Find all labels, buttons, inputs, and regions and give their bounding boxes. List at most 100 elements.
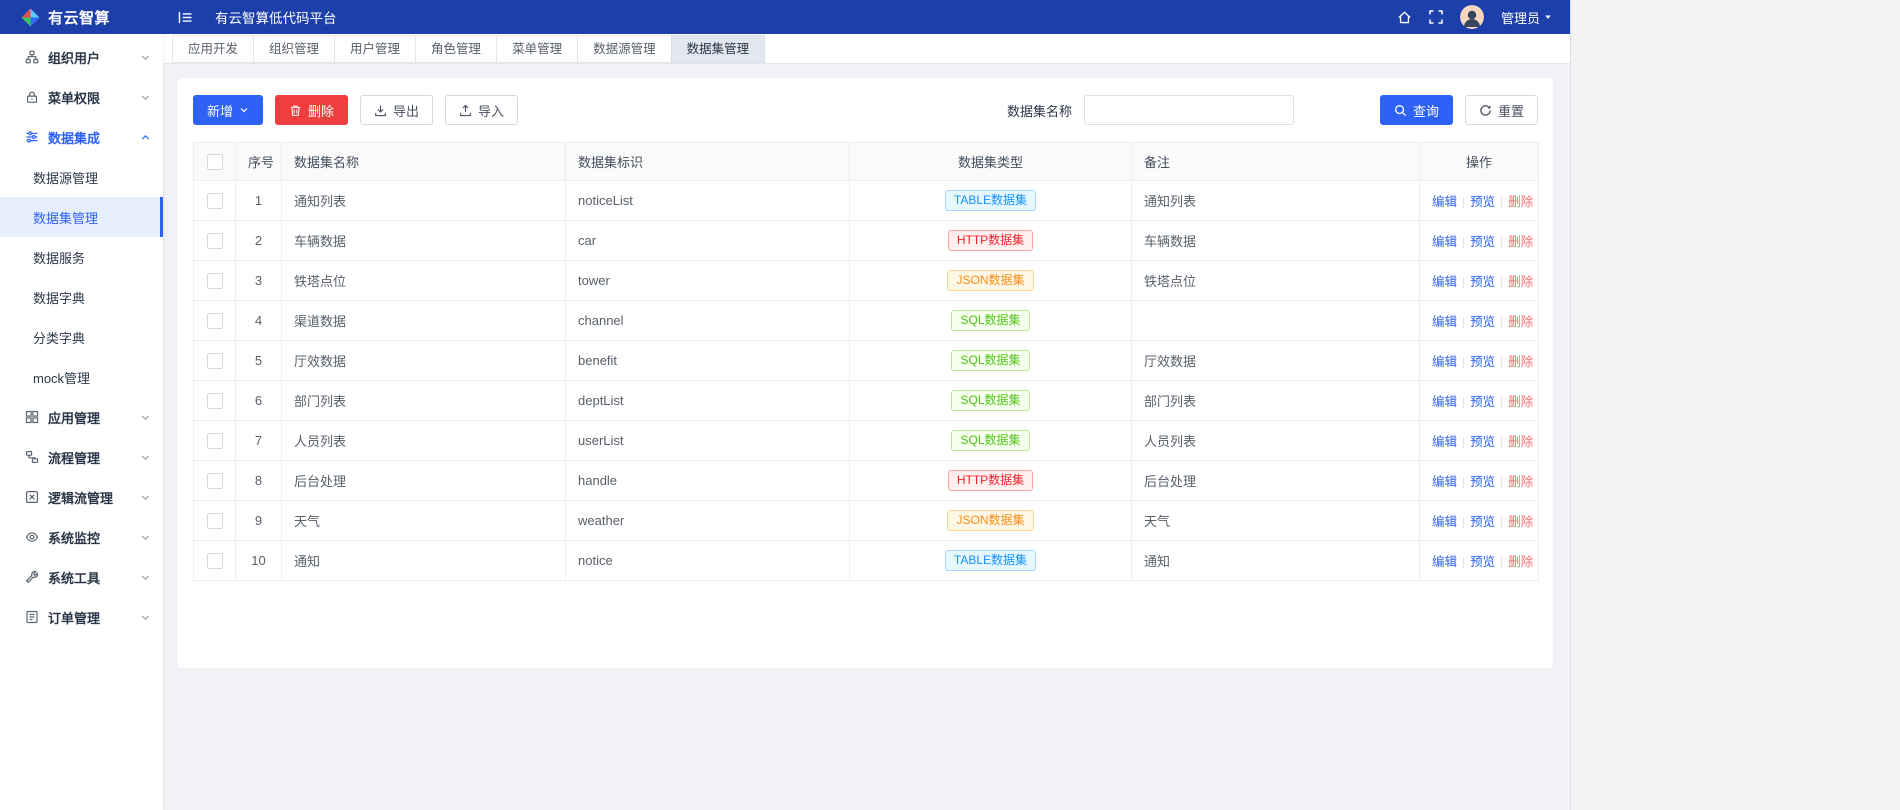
- action-separator: |: [1462, 475, 1466, 489]
- row-action-edit[interactable]: 编辑: [1432, 475, 1457, 489]
- sidebar-subitem-dataset-mgmt[interactable]: 数据集管理: [0, 197, 163, 237]
- collapse-menu-icon[interactable]: [178, 11, 193, 24]
- sidebar-item-org-users[interactable]: 组织用户: [0, 37, 163, 77]
- row-checkbox[interactable]: [206, 352, 223, 369]
- row-action-edit[interactable]: 编辑: [1432, 395, 1457, 409]
- row-action-delete[interactable]: 删除: [1508, 195, 1533, 209]
- row-action-edit[interactable]: 编辑: [1432, 235, 1457, 249]
- row-index: 9: [235, 500, 282, 541]
- row-action-edit[interactable]: 编辑: [1432, 195, 1457, 209]
- import-button-label: 导入: [478, 103, 505, 119]
- row-checkbox[interactable]: [206, 312, 223, 329]
- row-action-delete[interactable]: 删除: [1508, 235, 1533, 249]
- sidebar-item-menu-permissions[interactable]: 菜单权限: [0, 77, 163, 117]
- sidebar-subitem-data-service[interactable]: 数据服务: [0, 237, 163, 277]
- dataset-name-input[interactable]: [1083, 95, 1294, 125]
- row-type-cell: HTTP数据集: [849, 460, 1132, 501]
- sidebar-item-system-tools[interactable]: 系统工具: [0, 557, 163, 597]
- row-action-preview[interactable]: 预览: [1470, 195, 1495, 209]
- reset-button[interactable]: 重置: [1464, 95, 1538, 125]
- row-action-edit[interactable]: 编辑: [1432, 515, 1457, 529]
- row-action-edit[interactable]: 编辑: [1432, 435, 1457, 449]
- row-action-delete[interactable]: 删除: [1508, 315, 1533, 329]
- row-checkbox[interactable]: [206, 392, 223, 409]
- row-checkbox[interactable]: [206, 512, 223, 529]
- row-actions: 编辑 | 预览 | 删除: [1419, 420, 1539, 461]
- row-action-edit[interactable]: 编辑: [1432, 315, 1457, 329]
- export-button[interactable]: 导出: [360, 95, 434, 125]
- row-action-preview[interactable]: 预览: [1470, 395, 1495, 409]
- tab-user-mgmt[interactable]: 用户管理: [334, 34, 417, 63]
- row-action-delete[interactable]: 删除: [1508, 475, 1533, 489]
- content-card: 新增 删除 导出 导入 数据集名称 查询 重置 序号 数据集名称 数据集标识 数…: [178, 78, 1553, 668]
- action-separator: |: [1500, 475, 1504, 489]
- select-all-checkbox[interactable]: [206, 153, 223, 170]
- row-action-preview[interactable]: 预览: [1470, 555, 1495, 569]
- column-header-actions: 操作: [1419, 142, 1539, 181]
- row-action-preview[interactable]: 预览: [1470, 275, 1495, 289]
- avatar[interactable]: [1459, 5, 1484, 29]
- row-action-preview[interactable]: 预览: [1470, 515, 1495, 529]
- sidebar-subitem-label: 分类字典: [33, 330, 86, 346]
- row-checkbox[interactable]: [206, 272, 223, 289]
- order-mgmt-icon: [25, 610, 39, 624]
- dataset-type-tag: SQL数据集: [951, 310, 1030, 331]
- row-action-delete[interactable]: 删除: [1508, 355, 1533, 369]
- home-icon[interactable]: [1397, 10, 1412, 25]
- add-button-label: 新增: [207, 103, 234, 119]
- table-row: 6 部门列表 deptList SQL数据集 部门列表 编辑 | 预览 | 删除: [193, 380, 1539, 421]
- row-select-cell: [193, 420, 236, 461]
- sidebar-item-system-monitor[interactable]: 系统监控: [0, 517, 163, 557]
- sidebar-subitem-mock-mgmt[interactable]: mock管理: [0, 357, 163, 397]
- row-action-delete[interactable]: 删除: [1508, 435, 1533, 449]
- sidebar-item-data-integration[interactable]: 数据集成: [0, 117, 163, 157]
- tab-org-mgmt[interactable]: 组织管理: [253, 34, 336, 63]
- row-action-edit[interactable]: 编辑: [1432, 555, 1457, 569]
- row-action-preview[interactable]: 预览: [1470, 475, 1495, 489]
- import-button[interactable]: 导入: [445, 95, 519, 125]
- table-row: 4 渠道数据 channel SQL数据集 编辑 | 预览 | 删除: [193, 300, 1539, 341]
- row-code: noticeList: [565, 180, 850, 221]
- row-code: channel: [565, 300, 850, 341]
- tab-dataset-mgmt[interactable]: 数据集管理: [670, 34, 766, 63]
- row-action-edit[interactable]: 编辑: [1432, 355, 1457, 369]
- sidebar-item-order-mgmt[interactable]: 订单管理: [0, 597, 163, 637]
- row-checkbox[interactable]: [206, 472, 223, 489]
- tab-label: 菜单管理: [512, 41, 563, 56]
- search-label: 数据集名称: [1006, 103, 1072, 119]
- delete-button[interactable]: 删除: [275, 95, 349, 125]
- row-checkbox[interactable]: [206, 552, 223, 569]
- sidebar-subitem-datasource-mgmt[interactable]: 数据源管理: [0, 157, 163, 197]
- row-index: 2: [235, 220, 282, 261]
- row-action-edit[interactable]: 编辑: [1432, 275, 1457, 289]
- table-row: 1 通知列表 noticeList TABLE数据集 通知列表 编辑 | 预览 | 删除: [193, 180, 1539, 221]
- tab-app-dev[interactable]: 应用开发: [172, 34, 255, 63]
- tab-role-mgmt[interactable]: 角色管理: [415, 34, 498, 63]
- row-checkbox[interactable]: [206, 432, 223, 449]
- row-action-preview[interactable]: 预览: [1470, 235, 1495, 249]
- row-action-delete[interactable]: 删除: [1508, 395, 1533, 409]
- row-action-delete[interactable]: 删除: [1508, 515, 1533, 529]
- row-action-preview[interactable]: 预览: [1470, 355, 1495, 369]
- sidebar-item-logic-flow-mgmt[interactable]: 逻辑流管理: [0, 477, 163, 517]
- sidebar-subitem-data-dictionary[interactable]: 数据字典: [0, 277, 163, 317]
- sidebar-item-label: 订单管理: [48, 610, 101, 626]
- tab-menu-mgmt[interactable]: 菜单管理: [496, 34, 579, 63]
- row-select-cell: [193, 340, 236, 381]
- sidebar-item-app-mgmt[interactable]: 应用管理: [0, 397, 163, 437]
- sidebar-subitem-category-dictionary[interactable]: 分类字典: [0, 317, 163, 357]
- row-action-delete[interactable]: 删除: [1508, 275, 1533, 289]
- query-button[interactable]: 查询: [1379, 95, 1453, 125]
- row-action-preview[interactable]: 预览: [1470, 435, 1495, 449]
- logo-icon: [20, 7, 41, 28]
- row-action-preview[interactable]: 预览: [1470, 315, 1495, 329]
- tab-datasource-mgmt[interactable]: 数据源管理: [577, 34, 672, 63]
- fullscreen-icon[interactable]: [1429, 10, 1443, 24]
- tab-label: 用户管理: [350, 41, 401, 56]
- row-checkbox[interactable]: [206, 232, 223, 249]
- sidebar-item-process-mgmt[interactable]: 流程管理: [0, 437, 163, 477]
- row-action-delete[interactable]: 删除: [1508, 555, 1533, 569]
- add-button[interactable]: 新增: [193, 95, 264, 125]
- user-menu[interactable]: 管理员: [1501, 8, 1552, 27]
- row-checkbox[interactable]: [206, 192, 223, 209]
